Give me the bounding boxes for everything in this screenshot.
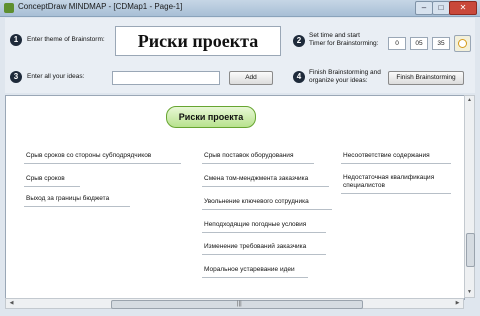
idea-underline — [24, 163, 181, 164]
brainstorm-panel: 1 Enter theme of Brainstorm: Риски проек… — [5, 18, 475, 93]
idea-underline — [202, 232, 326, 233]
minimize-button[interactable]: – — [415, 1, 433, 15]
idea-item[interactable]: Смена том-менджмента заказчика — [204, 175, 308, 183]
idea-underline — [202, 254, 326, 255]
start-timer-button[interactable] — [454, 35, 471, 52]
ideas-label: Enter all your ideas: — [27, 73, 85, 80]
horizontal-scroll-thumb[interactable]: ||| — [111, 300, 363, 309]
add-button[interactable]: Add — [229, 71, 273, 85]
idea-item[interactable]: Несоответствие содержания — [343, 152, 430, 160]
idea-underline — [202, 277, 308, 278]
idea-underline — [202, 163, 314, 164]
maximize-button[interactable]: □ — [432, 1, 450, 15]
timer-seconds[interactable]: 35 — [432, 37, 450, 50]
theme-label: Enter theme of Brainstorm: — [27, 36, 105, 43]
scroll-right-icon[interactable]: ▶ — [453, 300, 462, 306]
scroll-left-icon[interactable]: ◀ — [7, 300, 16, 306]
idea-item[interactable]: Увольнение ключевого сотрудника — [204, 198, 309, 206]
timer-minutes[interactable]: 05 — [410, 37, 428, 50]
idea-item[interactable]: Выход за границы бюджета — [26, 195, 109, 203]
horizontal-scrollbar[interactable]: ◀ ||| ▶ — [5, 298, 464, 309]
step-4-badge: 4 — [293, 71, 305, 83]
grip-icon: ||| — [237, 301, 242, 307]
mindmap-canvas[interactable]: Риски проекта Срыв сроков со стороны суб… — [5, 95, 465, 300]
ideas-input[interactable] — [112, 71, 220, 85]
root-topic[interactable]: Риски проекта — [166, 106, 256, 128]
idea-item[interactable]: Срыв сроков со стороны субподрядчиков — [26, 152, 151, 160]
scroll-up-icon[interactable]: ▲ — [465, 97, 474, 103]
idea-item[interactable]: Недостаточная квалификация специалистов — [343, 174, 453, 190]
idea-underline — [24, 186, 80, 187]
scroll-down-icon[interactable]: ▼ — [465, 289, 474, 295]
idea-underline — [341, 163, 451, 164]
idea-underline — [341, 193, 451, 194]
idea-underline — [24, 206, 130, 207]
timer-hours[interactable]: 0 — [388, 37, 406, 50]
timer-label-line1: Set time and start — [309, 32, 360, 39]
idea-item[interactable]: Моральное устаревание идеи — [204, 266, 295, 274]
finish-label-line2: organize your ideas: — [309, 77, 368, 84]
finish-label-line1: Finish Brainstorming and — [309, 69, 381, 76]
vertical-scroll-thumb[interactable] — [466, 233, 475, 267]
vertical-scrollbar[interactable]: ▲ ▼ — [464, 95, 475, 298]
idea-underline — [202, 209, 332, 210]
theme-display[interactable]: Риски проекта — [115, 26, 281, 56]
idea-item[interactable]: Срыв поставок оборудования — [204, 152, 293, 160]
app-icon — [4, 3, 14, 13]
step-1-badge: 1 — [10, 34, 22, 46]
timer-label-line2: Timer for Brainstorming: — [309, 40, 379, 47]
finish-brainstorming-button[interactable]: Finish Brainstorming — [388, 71, 464, 85]
idea-underline — [202, 186, 329, 187]
window-title: ConceptDraw MINDMAP - [CDMap1 - Page-1] — [18, 2, 183, 11]
idea-item[interactable]: Изменение требований заказчика — [204, 243, 306, 251]
title-bar: ConceptDraw MINDMAP - [CDMap1 - Page-1] … — [0, 0, 480, 17]
idea-item[interactable]: Срыв сроков — [26, 175, 65, 183]
step-2-badge: 2 — [293, 35, 305, 47]
clock-icon — [458, 39, 467, 48]
close-button[interactable]: ✕ — [449, 1, 477, 15]
idea-item[interactable]: Неподходящие погодные условия — [204, 221, 306, 229]
step-3-badge: 3 — [10, 71, 22, 83]
